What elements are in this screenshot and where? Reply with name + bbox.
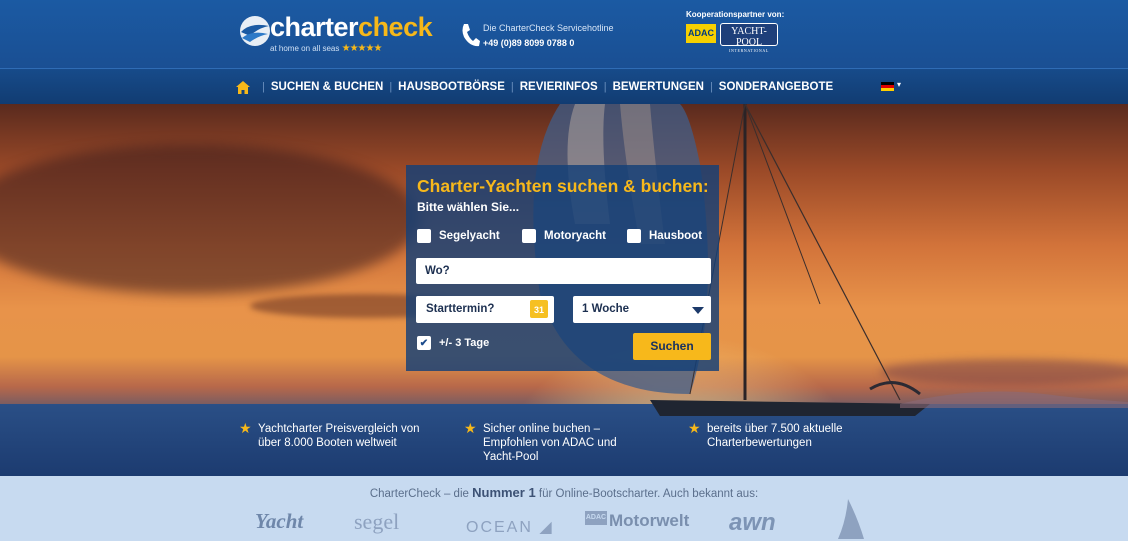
search-button[interactable]: Suchen	[633, 333, 711, 360]
feature-text: Sicher online buchen – Empfohlen von ADA…	[483, 423, 617, 463]
where-input[interactable]: Wo?	[416, 258, 711, 284]
chevron-down-icon	[692, 307, 704, 314]
feature-bar: ★ Yachtcharter Preisvergleich von über 8…	[0, 410, 1128, 476]
nav-item-hausbootboerse[interactable]: HAUSBOOTBÖRSE	[398, 81, 505, 93]
german-flag-icon[interactable]	[881, 82, 894, 91]
checkbox-segelyacht[interactable]: Segelyacht	[417, 228, 500, 244]
nav-separator: |	[262, 81, 265, 93]
press-strip: CharterCheck – die Nummer 1 für Online-B…	[0, 476, 1128, 541]
search-subtitle: Bitte wählen Sie...	[417, 200, 520, 214]
yacht-pool-logo[interactable]: YACHT-POOL INTERNATIONAL	[720, 23, 778, 53]
flex-days-label: +/- 3 Tage	[439, 337, 490, 349]
partners: Kooperationspartner von: ADAC YACHT-POOL…	[686, 10, 826, 53]
service-hotline[interactable]: Die CharterCheck Servicehotline +49 (0)8…	[460, 20, 630, 52]
wave-logo-icon	[240, 16, 270, 46]
nav-separator: |	[709, 81, 713, 93]
press-logos: Yacht segel OCEAN ◢ ADAC Motorwelt awn	[0, 499, 1128, 541]
nav-item-revierinfos[interactable]: REVIERINFOS	[520, 81, 598, 93]
adac-logo[interactable]: ADAC	[686, 24, 716, 43]
feature-text: Yachtcharter Preisvergleich von über 8.0…	[258, 423, 420, 449]
language-dropdown-caret-icon[interactable]: ▾	[897, 80, 901, 89]
awn-logo[interactable]: awn	[729, 509, 776, 537]
feature-text: bereits über 7.500 aktuelle Charterbewer…	[707, 423, 843, 449]
main-nav: | SUCHEN & BUCHEN | HAUSBOOTBÖRSE | REVI…	[0, 68, 1128, 104]
checkbox-label: Motoryacht	[544, 230, 606, 242]
rating-stars-icon: ★★★★★	[341, 43, 383, 54]
adac-motorwelt-logo[interactable]: ADAC Motorwelt	[585, 511, 689, 531]
star-icon: ★	[464, 420, 477, 436]
star-icon: ★	[688, 420, 701, 436]
nav-item-bewertungen[interactable]: BEWERTUNGEN	[613, 81, 704, 93]
flex-days-checkbox[interactable]: ✔ +/- 3 Tage	[417, 336, 489, 350]
chartercheck-logo[interactable]: chartercheck at home on all seas ★★★★★	[238, 12, 433, 58]
hotline-number[interactable]: +49 (0)89 8099 0788 0	[483, 38, 574, 48]
hotline-label: Die CharterCheck Servicehotline	[483, 23, 614, 33]
checkbox-label: Segelyacht	[439, 230, 500, 242]
checkbox-box[interactable]	[417, 229, 431, 243]
checkbox-motoryacht[interactable]: Motoryacht	[522, 228, 606, 244]
press-tagline: CharterCheck – die Nummer 1 für Online-B…	[369, 485, 759, 500]
nav-item-sonderangebote[interactable]: SONDERANGEBOTE	[719, 81, 833, 93]
start-date-input[interactable]: Starttermin? 31	[416, 296, 554, 323]
search-panel: Charter-Yachten suchen & buchen: Bitte w…	[406, 165, 719, 371]
checkbox-label: Hausboot	[649, 230, 703, 242]
yacht-magazine-logo[interactable]: Yacht	[255, 509, 303, 534]
nav-item-suchen-buchen[interactable]: SUCHEN & BUCHEN	[271, 81, 383, 93]
logo-tagline: at home on all seas ★★★★★	[270, 43, 383, 54]
checkmark-icon[interactable]: ✔	[417, 336, 431, 350]
top-header: chartercheck at home on all seas ★★★★★ D…	[0, 0, 1128, 68]
calendar-icon[interactable]: 31	[530, 300, 548, 318]
logo-wordmark: chartercheck	[270, 12, 433, 42]
segel-journal-logo[interactable]: segel	[354, 509, 399, 535]
home-icon[interactable]	[236, 80, 250, 94]
search-title: Charter-Yachten suchen & buchen:	[417, 176, 709, 196]
checkbox-hausboot[interactable]: Hausboot	[627, 228, 702, 244]
checkbox-box[interactable]	[522, 229, 536, 243]
duration-select[interactable]: 1 Woche	[573, 296, 711, 323]
nav-separator: |	[603, 81, 607, 93]
star-icon: ★	[239, 420, 252, 436]
partners-label: Kooperationspartner von:	[686, 10, 785, 19]
checkbox-box[interactable]	[627, 229, 641, 243]
nav-separator: |	[510, 81, 514, 93]
sail-logo-icon[interactable]	[818, 499, 868, 539]
ocean7-logo[interactable]: OCEAN ◢	[466, 517, 554, 537]
start-date-placeholder: Starttermin?	[426, 303, 495, 315]
phone-icon	[462, 24, 480, 47]
duration-value: 1 Woche	[582, 303, 630, 315]
nav-separator: |	[389, 81, 393, 93]
